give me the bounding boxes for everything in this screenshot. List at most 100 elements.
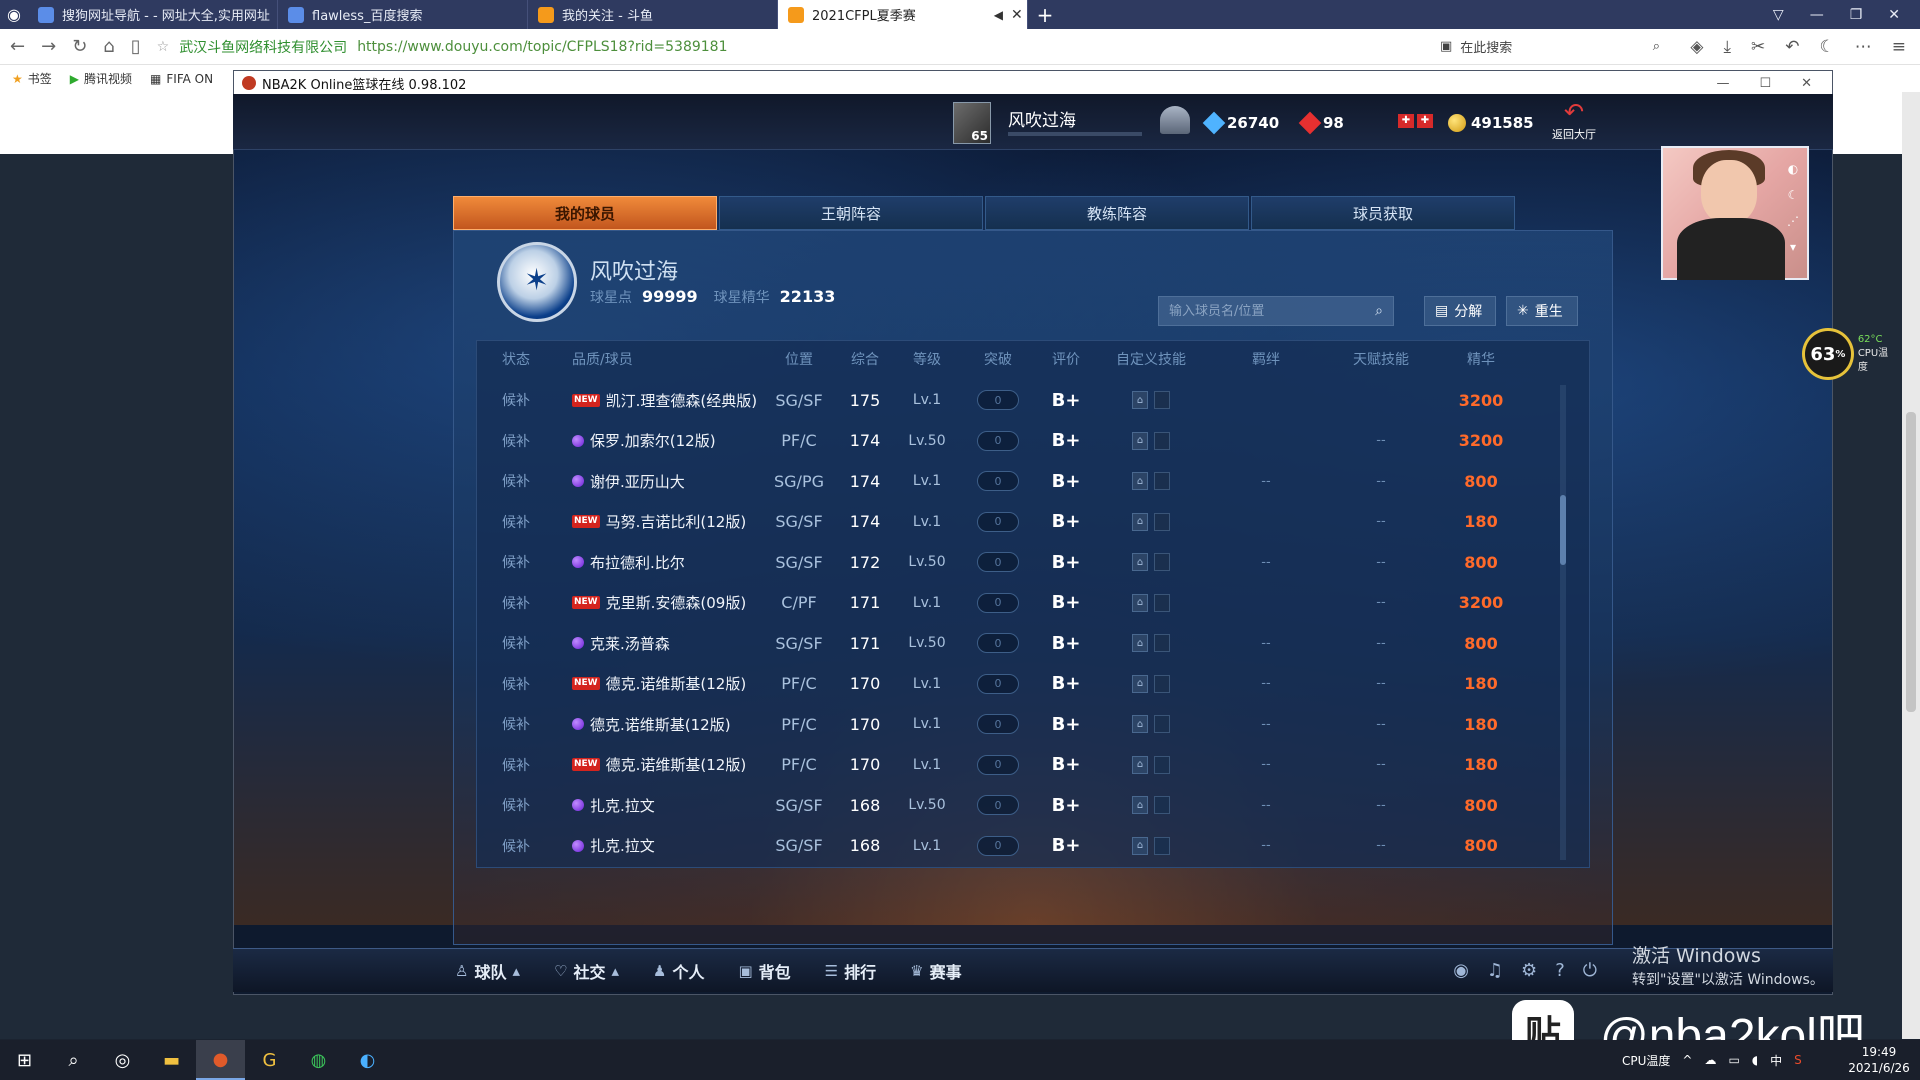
column-header[interactable]: 评价 xyxy=(1036,345,1096,373)
tab-my-players[interactable]: 我的球员 xyxy=(453,196,717,230)
player-search-input[interactable] xyxy=(1169,303,1359,319)
breakthrough-toggle[interactable]: 0 xyxy=(977,795,1019,816)
chat-icon[interactable]: ◐ xyxy=(1788,162,1798,176)
scissors-icon[interactable]: ✂ xyxy=(1751,37,1765,57)
wechat-icon[interactable]: ◍ xyxy=(294,1040,343,1080)
table-row[interactable]: 候补 德克.诺维斯基(12版) PF/C 170 Lv.1 0 B+ ⌂ -- -- 180 xyxy=(476,704,1572,745)
skill-slot[interactable] xyxy=(1154,472,1170,491)
skill-slot[interactable] xyxy=(1154,634,1170,653)
browser-tab[interactable]: flawless_百度搜索 xyxy=(278,0,528,29)
lock-icon[interactable]: ⌂ xyxy=(1132,836,1148,855)
tray-chevron-icon[interactable]: ^ xyxy=(1682,1053,1692,1067)
breakthrough-toggle[interactable]: 0 xyxy=(977,552,1019,573)
skill-slot[interactable] xyxy=(1154,755,1170,774)
search-engine-icon[interactable]: ▣ xyxy=(1440,39,1452,54)
skill-slot[interactable] xyxy=(1154,512,1170,531)
skill-slot[interactable] xyxy=(1154,796,1170,815)
browser-taskbar-icon[interactable]: ◐ xyxy=(343,1040,392,1080)
bookmark-star-icon[interactable]: ☆ xyxy=(157,39,170,55)
forward-icon[interactable]: → xyxy=(41,36,56,57)
skill-slot[interactable] xyxy=(1154,715,1170,734)
browser-tab[interactable]: 搜狗网址导航 - - 网址大全,实用网址 xyxy=(28,0,278,29)
exit-icon[interactable]: ⏻ xyxy=(1583,960,1597,981)
help-icon[interactable]: ? xyxy=(1555,960,1565,981)
menu-icon[interactable]: ≡ xyxy=(1892,37,1906,57)
table-row[interactable]: 候补 NEW 德克.诺维斯基(12版) PF/C 170 Lv.1 0 B+ ⌂ -- -- 180 xyxy=(476,745,1572,786)
decompose-button[interactable]: ▤ 分解 xyxy=(1424,296,1496,326)
column-header[interactable]: 综合 xyxy=(836,345,894,373)
restore-icon[interactable]: ❐ xyxy=(1850,7,1863,23)
lock-icon[interactable]: ⌂ xyxy=(1132,796,1148,815)
tab-coach-lineup[interactable]: 教练阵容 xyxy=(985,196,1249,230)
breakthrough-toggle[interactable]: 0 xyxy=(977,511,1019,532)
network-icon[interactable]: ▭ xyxy=(1728,1053,1739,1067)
start-button[interactable]: ⊞ xyxy=(0,1040,49,1080)
skill-slot[interactable] xyxy=(1154,674,1170,693)
undo-icon[interactable]: ↶ xyxy=(1785,37,1799,57)
tab-player-acquire[interactable]: 球员获取 xyxy=(1251,196,1515,230)
table-row[interactable]: 候补 NEW 德克.诺维斯基(12版) PF/C 170 Lv.1 0 B+ ⌂ -- -- 180 xyxy=(476,664,1572,705)
lock-icon[interactable]: ⌂ xyxy=(1132,512,1148,531)
table-scrollbar[interactable] xyxy=(1560,385,1566,860)
column-header[interactable]: 位置 xyxy=(762,345,836,373)
night-mode-icon[interactable]: ☾ xyxy=(1820,37,1835,57)
column-header[interactable]: 品质/球员 xyxy=(556,345,762,373)
close-icon[interactable]: ✕ xyxy=(1801,76,1812,91)
page-scrollbar-thumb[interactable] xyxy=(1906,412,1916,712)
player-avatar[interactable]: 65 xyxy=(953,102,991,144)
browser-logo-icon[interactable]: ◉ xyxy=(0,0,28,29)
volume-icon[interactable]: ◖ xyxy=(1752,1053,1758,1067)
table-row[interactable]: 候补 谢伊.亚历山大 SG/PG 174 Lv.1 0 B+ ⌂ -- -- 800 xyxy=(476,461,1572,502)
column-header[interactable]: 天赋技能 xyxy=(1326,345,1436,373)
url-field[interactable]: ☆ 武汉斗鱼网络科技有限公司 https://www.douyu.com/top… xyxy=(157,37,728,57)
cloud-icon[interactable]: ☁ xyxy=(1704,1053,1716,1067)
more-icon[interactable]: ⋯ xyxy=(1855,37,1872,57)
headset-icon[interactable]: ◉ xyxy=(1453,960,1469,981)
table-row[interactable]: 候补 布拉德利.比尔 SG/SF 172 Lv.50 0 B+ ⌂ -- -- 800 xyxy=(476,542,1572,583)
reader-icon[interactable]: ▯ xyxy=(131,36,141,57)
ruby-balance[interactable]: 98 xyxy=(1298,111,1344,135)
table-row[interactable]: 候补 NEW 凯汀.理查德森(经典版) SG/SF 175 Lv.1 0 B+ ⌂ 3200 xyxy=(476,380,1572,421)
url-text[interactable]: https://www.douyu.com/topic/CFPLS18?rid=… xyxy=(357,39,727,55)
breakthrough-toggle[interactable]: 0 xyxy=(977,471,1019,492)
search-icon[interactable]: ⌕ xyxy=(1375,303,1383,319)
back-icon[interactable]: ← xyxy=(10,36,25,57)
helmet-icon[interactable] xyxy=(1160,106,1190,134)
lock-icon[interactable]: ⌂ xyxy=(1132,634,1148,653)
skill-slot[interactable] xyxy=(1154,553,1170,572)
new-tab-button[interactable]: + xyxy=(1028,0,1062,29)
minimize-icon[interactable]: — xyxy=(1716,76,1729,91)
column-header[interactable]: 等级 xyxy=(894,345,960,373)
skill-slot[interactable] xyxy=(1154,431,1170,450)
lock-icon[interactable]: ⌂ xyxy=(1132,431,1148,450)
minimize-icon[interactable]: — xyxy=(1810,7,1824,23)
dots-icon[interactable]: ⋰ xyxy=(1787,214,1799,228)
column-header[interactable]: 羁绊 xyxy=(1206,345,1326,373)
table-row[interactable]: 候补 保罗.加索尔(12版) PF/C 174 Lv.50 0 B+ ⌂ -- 3200 xyxy=(476,421,1572,462)
bookmark-item[interactable]: ▶ 腾讯视频 xyxy=(70,70,132,87)
breakthrough-toggle[interactable]: 0 xyxy=(977,835,1019,856)
flag-icons[interactable]: ✚ ✚ xyxy=(1398,114,1433,128)
home-icon[interactable]: ⌂ xyxy=(103,36,114,57)
lock-icon[interactable]: ⌂ xyxy=(1132,391,1148,410)
browser-tab-active[interactable]: 2021CFPL夏季赛 ◀ ✕ xyxy=(778,0,1028,29)
speaker-icon[interactable]: ◀ xyxy=(994,8,1003,22)
bookmark-item[interactable]: ★ 书签 xyxy=(12,70,52,87)
table-row[interactable]: 候补 NEW 克里斯.安德森(09版) C/PF 171 Lv.1 0 B+ ⌂ -- 3200 xyxy=(476,583,1572,624)
breakthrough-toggle[interactable]: 0 xyxy=(977,633,1019,654)
game-icon[interactable]: ◈ xyxy=(1690,37,1703,57)
browser-search-box[interactable]: ▣ 在此搜索 ⌕ xyxy=(1440,34,1660,60)
column-header[interactable]: 突破 xyxy=(960,345,1036,373)
column-header[interactable]: 状态 xyxy=(476,345,556,373)
lock-icon[interactable]: ⌂ xyxy=(1132,715,1148,734)
download-icon[interactable]: ⤓ xyxy=(1723,37,1731,57)
column-header[interactable]: 精华 xyxy=(1436,345,1526,373)
search-icon[interactable]: ⌕ xyxy=(49,1040,98,1080)
breakthrough-toggle[interactable]: 0 xyxy=(977,430,1019,451)
page-scrollbar[interactable] xyxy=(1902,92,1920,1039)
coin-balance[interactable]: 491585 xyxy=(1448,114,1534,132)
nav-ranking[interactable]: ☰ 排行 xyxy=(825,959,876,983)
breakthrough-toggle[interactable]: 0 xyxy=(977,714,1019,735)
close-tab-icon[interactable]: ✕ xyxy=(1011,7,1023,23)
tab-dynasty-lineup[interactable]: 王朝阵容 xyxy=(719,196,983,230)
